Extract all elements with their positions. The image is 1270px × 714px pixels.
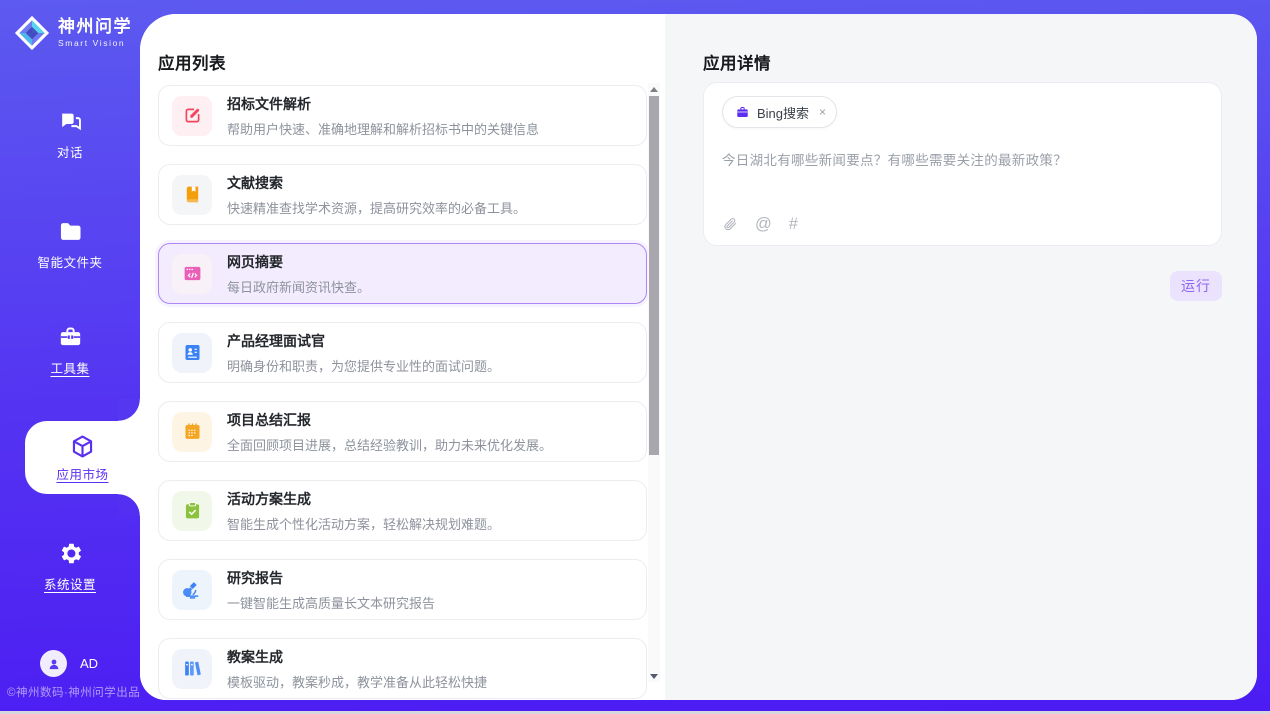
app-card[interactable]: 研究报告 一键智能生成高质量长文本研究报告 xyxy=(158,559,647,620)
research-icon xyxy=(172,570,212,610)
sidebar-item-folders[interactable]: 智能文件夹 xyxy=(0,218,140,271)
app-cards: 招标文件解析 帮助用户快速、准确地理解和解析招标书中的关键信息 文献搜索 快速精… xyxy=(158,85,647,700)
sidebar: 神州问学 Smart Vision 对话 智能文件夹 工具集 应用市场 系统设置… xyxy=(0,0,140,714)
app-card-desc: 智能生成个性化活动方案，轻松解决规划难题。 xyxy=(227,514,500,533)
main-content: 应用列表 招标文件解析 帮助用户快速、准确地理解和解析招标书中的关键信息 文献搜… xyxy=(140,14,1257,700)
app-card[interactable]: 教案生成 模板驱动，教案秒成，教学准备从此轻松快捷 xyxy=(158,638,647,699)
cube-icon xyxy=(69,433,96,460)
hash-icon[interactable]: # xyxy=(789,216,798,233)
app-card-desc: 每日政府新闻资讯快查。 xyxy=(227,277,370,296)
chat-icon xyxy=(57,108,84,135)
sidebar-item-tools[interactable]: 工具集 xyxy=(0,324,140,377)
edit-icon xyxy=(172,96,212,136)
app-card-desc: 全面回顾项目进展，总结经验教训，助力未来优化发展。 xyxy=(227,435,552,454)
toolbox-icon xyxy=(57,324,84,351)
books-icon xyxy=(172,649,212,689)
note-icon xyxy=(172,412,212,452)
app-card-desc: 明确身份和职责，为您提供专业性的面试问题。 xyxy=(227,356,500,375)
run-button[interactable]: 运行 xyxy=(1170,271,1222,301)
sidebar-item-settings[interactable]: 系统设置 xyxy=(0,540,140,593)
at-icon[interactable]: @ xyxy=(755,216,772,233)
app-detail-title: 应用详情 xyxy=(703,50,771,74)
scroll-up-arrow-icon[interactable] xyxy=(648,83,660,95)
tool-chip-label: Bing搜索 xyxy=(757,103,809,122)
chip-close-icon[interactable]: × xyxy=(819,105,826,119)
gear-icon xyxy=(57,540,84,567)
prompt-toolbar: @# xyxy=(722,216,798,233)
app-card-desc: 快速精准查找学术资源，提高研究效率的必备工具。 xyxy=(227,198,526,217)
sidebar-nav: 对话 智能文件夹 工具集 应用市场 系统设置 xyxy=(0,0,140,714)
app-card-desc: 模板驱动，教案秒成，教学准备从此轻松快捷 xyxy=(227,672,487,691)
app-card-title: 研究报告 xyxy=(227,568,435,588)
scrollbar-thumb[interactable] xyxy=(649,96,659,455)
app-card-title: 教案生成 xyxy=(227,647,487,667)
book-icon xyxy=(172,175,212,215)
app-card-title: 文献搜索 xyxy=(227,173,526,193)
prompt-card[interactable]: Bing搜索 × 今日湖北有哪些新闻要点？有哪些需要关注的最新政策？ @# xyxy=(703,82,1222,246)
clipboard-check-icon xyxy=(172,491,212,531)
scrollbar[interactable] xyxy=(648,83,660,682)
sidebar-item-chat[interactable]: 对话 xyxy=(0,108,140,161)
copyright-text: ©神州数码·神州问学出品 xyxy=(7,684,140,700)
app-list-title: 应用列表 xyxy=(158,50,226,74)
tool-chip-bing-search[interactable]: Bing搜索 × xyxy=(722,96,837,128)
briefcase-icon xyxy=(735,105,750,120)
resume-icon xyxy=(172,333,212,373)
user-name: AD xyxy=(80,656,98,671)
scroll-down-arrow-icon[interactable] xyxy=(648,670,660,682)
sidebar-item-market[interactable]: 应用市场 xyxy=(25,421,140,494)
app-card[interactable]: 网页摘要 每日政府新闻资讯快查。 xyxy=(158,243,647,304)
avatar xyxy=(40,650,67,677)
app-card-title: 招标文件解析 xyxy=(227,94,539,114)
app-card[interactable]: 招标文件解析 帮助用户快速、准确地理解和解析招标书中的关键信息 xyxy=(158,85,647,146)
app-card-title: 活动方案生成 xyxy=(227,489,500,509)
app-card-desc: 一键智能生成高质量长文本研究报告 xyxy=(227,593,435,612)
paperclip-icon[interactable] xyxy=(722,216,738,232)
app-card[interactable]: 文献搜索 快速精准查找学术资源，提高研究效率的必备工具。 xyxy=(158,164,647,225)
user-account[interactable]: AD xyxy=(40,650,98,677)
query-text[interactable]: 今日湖北有哪些新闻要点？有哪些需要关注的最新政策？ xyxy=(722,149,1203,169)
app-card-title: 网页摘要 xyxy=(227,252,370,272)
app-card[interactable]: 活动方案生成 智能生成个性化活动方案，轻松解决规划难题。 xyxy=(158,480,647,541)
app-list-panel: 应用列表 招标文件解析 帮助用户快速、准确地理解和解析招标书中的关键信息 文献搜… xyxy=(140,14,665,700)
folder-icon xyxy=(57,218,84,245)
app-detail-panel: 应用详情 Bing搜索 × 今日湖北有哪些新闻要点？有哪些需要关注的最新政策？ … xyxy=(665,14,1257,700)
app-card[interactable]: 项目总结汇报 全面回顾项目进展，总结经验教训，助力未来优化发展。 xyxy=(158,401,647,462)
app-card[interactable]: 产品经理面试官 明确身份和职责，为您提供专业性的面试问题。 xyxy=(158,322,647,383)
browser-code-icon xyxy=(172,254,212,294)
app-card-title: 项目总结汇报 xyxy=(227,410,552,430)
app-card-desc: 帮助用户快速、准确地理解和解析招标书中的关键信息 xyxy=(227,119,539,138)
app-card-title: 产品经理面试官 xyxy=(227,331,500,351)
